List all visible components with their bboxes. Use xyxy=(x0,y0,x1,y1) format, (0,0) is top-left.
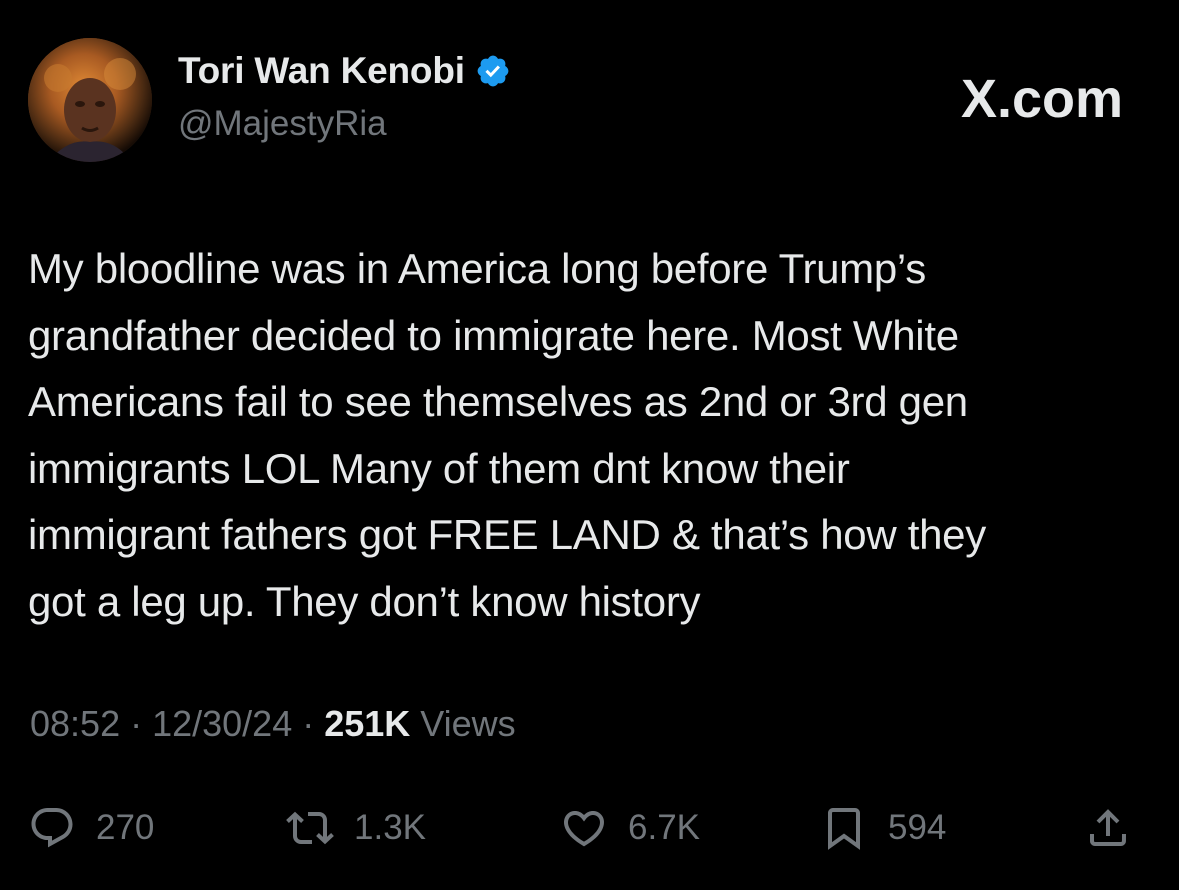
repost-button[interactable]: 1.3K xyxy=(286,800,426,856)
tweet-time[interactable]: 08:52 xyxy=(30,706,120,742)
heart-icon xyxy=(560,804,608,852)
tweet-text: My bloodline was in America long before … xyxy=(28,245,986,625)
verified-badge-icon xyxy=(475,53,511,89)
avatar-image xyxy=(28,38,152,162)
meta-separator: · xyxy=(120,703,153,744)
meta-separator: · xyxy=(292,703,325,744)
x-logo-text: X.com xyxy=(960,69,1123,129)
author-name-row: Tori Wan Kenobi xyxy=(178,52,511,89)
bookmark-count: 594 xyxy=(888,808,947,847)
bookmark-button[interactable]: 594 xyxy=(820,800,946,856)
like-button[interactable]: 6.7K xyxy=(560,800,700,856)
reply-count: 270 xyxy=(96,808,155,847)
author-handle[interactable]: @MajestyRia xyxy=(178,106,387,141)
like-count: 6.7K xyxy=(628,808,700,847)
tweet-date[interactable]: 12/30/24 xyxy=(152,706,292,742)
avatar[interactable] xyxy=(28,38,152,162)
reply-icon xyxy=(28,804,76,852)
share-button[interactable] xyxy=(1084,800,1132,856)
display-name[interactable]: Tori Wan Kenobi xyxy=(178,52,465,89)
tweet-actions: 270 1.3K 6.7K 594 xyxy=(0,800,1179,856)
repost-icon xyxy=(286,804,334,852)
views-label: Views xyxy=(410,703,516,744)
tweet-meta: 08:52 · 12/30/24 · 251K Views xyxy=(30,706,516,742)
bookmark-icon xyxy=(820,804,868,852)
share-icon xyxy=(1084,804,1132,852)
source-label: X.com xyxy=(961,72,1123,126)
repost-count: 1.3K xyxy=(354,808,426,847)
views-count: 251K xyxy=(324,703,411,744)
reply-button[interactable]: 270 xyxy=(28,800,154,856)
